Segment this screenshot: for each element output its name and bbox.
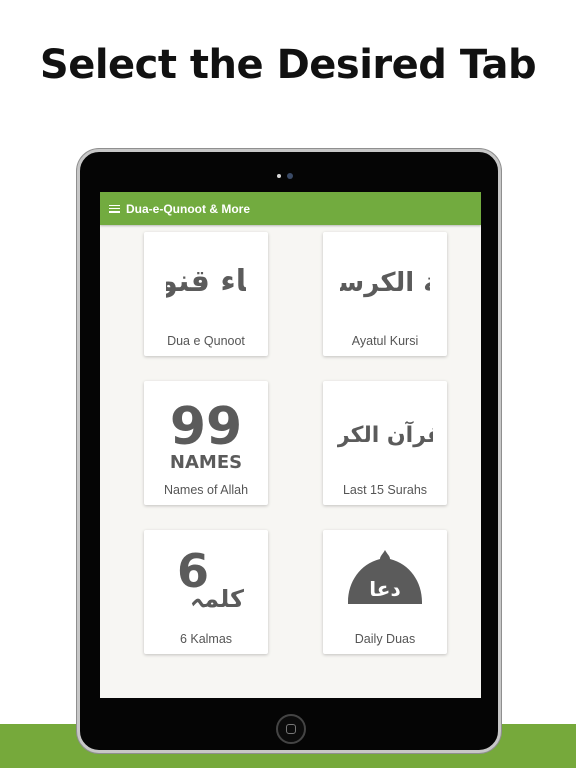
dua-e-qunoot-arabic: دعاء قنوت <box>166 264 246 299</box>
tile-6-kalmas[interactable]: 6 كلمہ 6 Kalmas <box>144 530 268 654</box>
tile-label: Daily Duas <box>354 632 416 646</box>
names-number: 99 <box>170 397 242 457</box>
sensor-dot <box>277 174 281 178</box>
hamburger-menu-icon[interactable] <box>109 204 120 213</box>
tile-label: 6 Kalmas <box>179 632 233 646</box>
99-names-icon: 99 NAMES <box>144 389 268 477</box>
tile-names-of-allah[interactable]: 99 NAMES Names of Allah <box>144 381 268 505</box>
promo-headline: Select the Desired Tab <box>39 42 537 88</box>
tile-label: Dua e Qunoot <box>167 334 245 348</box>
names-caption: NAMES <box>170 452 242 472</box>
tile-dua-e-qunoot[interactable]: دعاء قنوت Dua e Qunoot <box>144 232 268 356</box>
ayatul-kursi-arabic: آية الكرسي <box>340 266 430 298</box>
mosque-dome-dua-icon: دعا <box>323 538 447 626</box>
app-title: Dua-e-Qunoot & More <box>126 201 250 216</box>
tile-last-15-surahs[interactable]: القرآن الكريم Last 15 Surahs <box>323 381 447 505</box>
tile-label: Names of Allah <box>163 483 249 497</box>
tile-label: Last 15 Surahs <box>342 483 428 497</box>
ayatul-kursi-calligraphy-icon: آية الكرسي <box>323 240 447 328</box>
kalmas-arabic: كلمہ <box>190 585 244 613</box>
6-kalmas-icon: 6 كلمہ <box>144 538 268 626</box>
tile-ayatul-kursi[interactable]: آية الكرسي Ayatul Kursi <box>323 232 447 356</box>
quran-kareem-calligraphy-icon: القرآن الكريم <box>323 389 447 477</box>
app-bar: Dua-e-Qunoot & More <box>100 192 481 225</box>
tile-label: Ayatul Kursi <box>351 334 419 348</box>
dua-e-qunoot-calligraphy-icon: دعاء قنوت <box>144 240 268 328</box>
quran-kareem-arabic: القرآن الكريم <box>337 420 433 448</box>
home-button[interactable] <box>276 714 306 744</box>
app-screen: Dua-e-Qunoot & More دعاء قنوت Dua e Quno… <box>100 192 481 698</box>
front-camera <box>287 173 293 179</box>
tile-daily-duas[interactable]: دعا Daily Duas <box>323 530 447 654</box>
tablet-device-frame: Dua-e-Qunoot & More دعاء قنوت Dua e Quno… <box>77 149 501 753</box>
dua-arabic: دعا <box>369 577 400 601</box>
